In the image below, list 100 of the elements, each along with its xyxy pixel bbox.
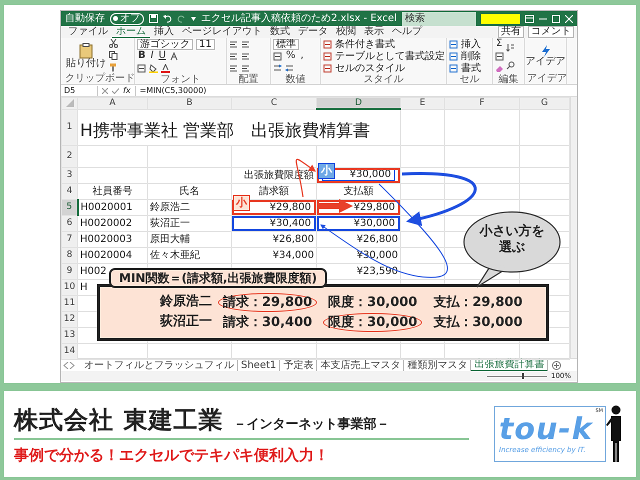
formula-field[interactable]: =MIN(C5,30000) [134, 86, 574, 96]
style-icon[interactable] [323, 64, 332, 72]
format-button[interactable]: U [158, 51, 167, 61]
comments-button[interactable]: コメント [528, 26, 574, 38]
sheet-title: H携帯事業社 営業部 出張旅費精算書 [78, 109, 400, 145]
cell-menu-button[interactable]: 削除 [449, 50, 481, 62]
ribbon-tab[interactable]: 数式 [266, 26, 294, 38]
highlight-block [480, 14, 520, 24]
column-header[interactable]: E [400, 98, 444, 109]
style-icon[interactable] [323, 52, 332, 60]
ribbon-tab[interactable]: ファイル [64, 26, 112, 38]
row-header[interactable]: 2 [62, 145, 78, 167]
scroll-left-icon[interactable] [63, 362, 69, 368]
font-name-field[interactable]: 游ゴシック [137, 38, 193, 50]
row-header[interactable]: 9 [62, 263, 78, 279]
share-button[interactable]: 共有 [498, 26, 524, 38]
ideas-button[interactable]: アイデア [524, 44, 566, 66]
row-header[interactable]: 1 [62, 109, 78, 145]
align-icon[interactable] [229, 40, 238, 48]
search-field[interactable]: 検索 [402, 12, 476, 26]
save-icon[interactable] [149, 14, 158, 23]
search-icon[interactable] [506, 60, 515, 70]
row-header[interactable]: 5 [62, 199, 78, 215]
ribbon-tab[interactable]: ヘルプ [388, 26, 426, 38]
redo-icon[interactable] [177, 14, 186, 23]
ribbon-tab[interactable]: ページレイアウト [178, 26, 266, 38]
decimal-icon[interactable] [285, 64, 294, 72]
column-header[interactable]: B [148, 98, 232, 109]
table-icon[interactable] [449, 40, 458, 48]
column-header[interactable]: D [316, 98, 400, 109]
undo-icon[interactable] [163, 14, 172, 23]
row-header[interactable]: 7 [62, 231, 78, 247]
row-header[interactable]: 13 [62, 327, 78, 343]
sort-icon[interactable] [506, 42, 515, 52]
slider-thumb[interactable] [522, 373, 524, 379]
close-icon[interactable] [565, 14, 573, 22]
copy-icon[interactable] [109, 50, 118, 60]
table-cell: ¥26,800 [232, 231, 316, 247]
table-icon[interactable] [449, 64, 458, 72]
enter-icon[interactable] [112, 88, 119, 94]
fill-color-icon[interactable] [149, 64, 158, 72]
brush-icon[interactable] [109, 62, 118, 72]
font-color-icon[interactable] [161, 64, 170, 72]
row-header[interactable]: 3 [62, 167, 78, 183]
scissors-icon[interactable] [109, 39, 118, 48]
ribbon-tab[interactable]: 挿入 [150, 26, 178, 38]
tagline: 事例で分かる！エクセルでテキパキ便利入力！ [14, 446, 330, 464]
vertical-scrollbar[interactable] [570, 97, 577, 358]
add-sheet-icon[interactable] [552, 360, 562, 370]
row-header[interactable]: 10 [62, 279, 78, 295]
decimal-icon[interactable] [273, 64, 282, 72]
style-menu-button[interactable]: テーブルとして書式設定 [323, 50, 445, 62]
table-cell: 佐々木亜紀 [148, 247, 232, 263]
number-format-field[interactable]: 標準 [273, 38, 299, 50]
align-icon[interactable] [229, 52, 238, 60]
scroll-right-icon[interactable] [69, 362, 75, 368]
eraser-icon[interactable] [495, 64, 504, 72]
row-header[interactable]: 12 [62, 311, 78, 327]
autosum-button[interactable]: Σ [495, 39, 504, 49]
row-header[interactable]: 4 [62, 183, 78, 199]
row-header[interactable]: 8 [62, 247, 78, 263]
name-box[interactable]: D5 [64, 86, 98, 96]
table-cell: ¥26,800 [316, 231, 400, 247]
zoom-slider[interactable] [486, 373, 547, 379]
row-header[interactable]: 11 [62, 295, 78, 311]
align-icon[interactable] [229, 64, 238, 72]
style-icon[interactable] [323, 40, 332, 48]
row-header[interactable]: 14 [62, 343, 78, 359]
grow-font-icon[interactable] [170, 52, 179, 60]
cell-menu-button[interactable]: 挿入 [449, 38, 481, 50]
column-header[interactable]: F [444, 98, 520, 109]
align-icon[interactable] [241, 64, 250, 72]
insert-function-button[interactable]: fx [123, 86, 131, 96]
style-menu-button[interactable]: セルのスタイル [323, 62, 405, 74]
table-icon[interactable] [449, 52, 458, 60]
cancel-icon[interactable] [102, 88, 108, 94]
autosave-toggle[interactable]: オフ [110, 12, 144, 24]
format-button[interactable]: I [150, 51, 155, 61]
ribbon-tab[interactable]: 表示 [360, 26, 388, 38]
column-header[interactable]: C [232, 98, 316, 109]
ribbon-display-icon[interactable] [525, 14, 534, 22]
format-button[interactable]: , [300, 51, 305, 61]
align-icon[interactable] [241, 52, 250, 60]
maximize-icon[interactable] [552, 14, 560, 22]
font-size-field[interactable]: 11 [196, 38, 215, 50]
format-button[interactable]: % [285, 51, 297, 61]
ribbon-tab[interactable]: 校閲 [332, 26, 360, 38]
row-header[interactable]: 6 [62, 215, 78, 231]
caret-icon[interactable] [191, 16, 196, 20]
cell-menu-button[interactable]: 書式 [449, 62, 481, 74]
cell-value: ¥30,000 [354, 218, 396, 228]
format-button[interactable]: B [137, 51, 147, 61]
cell-value: ¥29,800 [270, 202, 312, 212]
column-header[interactable]: A [78, 98, 148, 109]
align-icon[interactable] [241, 40, 250, 48]
paste-button[interactable]: 貼り付け [65, 42, 107, 68]
column-header[interactable]: G [520, 98, 570, 109]
style-menu-button[interactable]: 条件付き書式 [323, 38, 395, 50]
employee-name: 荻沼正一 [160, 313, 212, 331]
ribbon-tab[interactable]: データ [294, 26, 332, 38]
